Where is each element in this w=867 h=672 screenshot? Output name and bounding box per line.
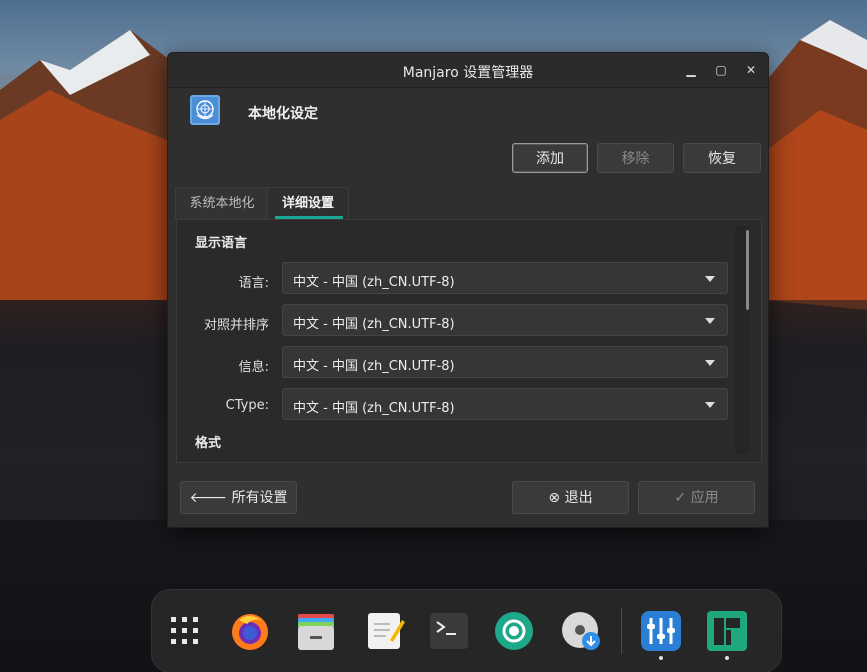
page-title: 本地化设定 bbox=[248, 106, 318, 122]
dock bbox=[152, 590, 781, 672]
close-circle-icon: ⊗ bbox=[548, 490, 561, 506]
messages-dropdown[interactable]: 中文 - 中国 (zh_CN.UTF-8) bbox=[282, 346, 728, 378]
arrow-left-icon: 🡐 bbox=[189, 490, 228, 506]
language-dropdown[interactable]: 中文 - 中国 (zh_CN.UTF-8) bbox=[282, 262, 728, 294]
tab-system-locale[interactable]: 系统本地化 bbox=[175, 187, 269, 220]
close-button[interactable]: ✕ bbox=[743, 62, 759, 78]
running-indicator bbox=[659, 656, 663, 660]
collation-dropdown[interactable]: 中文 - 中国 (zh_CN.UTF-8) bbox=[282, 304, 728, 336]
section-formats: 格式 bbox=[195, 436, 222, 451]
camera-shutter-icon[interactable] bbox=[493, 610, 535, 652]
disc-installer-icon[interactable] bbox=[560, 610, 602, 652]
checkmark-icon: ✓ bbox=[674, 490, 687, 506]
dropdown-arrow-icon bbox=[705, 318, 715, 324]
firefox-icon[interactable] bbox=[229, 610, 271, 652]
settings-manager-window: Manjaro 设置管理器 ▁ ▢ ✕ 本地化设定 添加 移除 恢复 系统本地化… bbox=[167, 52, 769, 528]
all-settings-label: 所有设置 bbox=[231, 490, 288, 506]
ctype-value: 中文 - 中国 (zh_CN.UTF-8) bbox=[293, 401, 455, 416]
dropdown-arrow-icon bbox=[705, 276, 715, 282]
ctype-dropdown[interactable]: 中文 - 中国 (zh_CN.UTF-8) bbox=[282, 388, 728, 420]
file-manager-icon[interactable] bbox=[295, 610, 337, 652]
maximize-button[interactable]: ▢ bbox=[713, 62, 729, 78]
app-grid-icon[interactable] bbox=[164, 610, 206, 652]
manjaro-logo-icon[interactable] bbox=[706, 610, 748, 652]
dropdown-arrow-icon bbox=[705, 360, 715, 366]
un-flag-icon bbox=[190, 95, 220, 125]
settings-manager-icon[interactable] bbox=[640, 610, 682, 652]
minimize-button[interactable]: ▁ bbox=[683, 62, 699, 78]
window-title: Manjaro 设置管理器 bbox=[402, 65, 534, 81]
language-value: 中文 - 中国 (zh_CN.UTF-8) bbox=[293, 275, 455, 290]
remove-button[interactable]: 移除 bbox=[597, 143, 674, 173]
messages-label: 信息: bbox=[238, 360, 269, 375]
collation-label: 对照并排序 bbox=[203, 318, 269, 333]
dock-separator bbox=[621, 608, 622, 654]
text-editor-icon[interactable] bbox=[364, 610, 406, 652]
terminal-icon[interactable] bbox=[428, 610, 470, 652]
apply-label: 应用 bbox=[690, 490, 719, 506]
dropdown-arrow-icon bbox=[705, 402, 715, 408]
add-button[interactable]: 添加 bbox=[512, 143, 588, 173]
quit-button[interactable]: ⊗ 退出 bbox=[512, 481, 629, 514]
apply-button[interactable]: ✓ 应用 bbox=[638, 481, 755, 514]
language-label: 语言: bbox=[238, 276, 269, 291]
ctype-label: CType: bbox=[225, 398, 269, 413]
quit-label: 退出 bbox=[564, 490, 593, 506]
running-indicator bbox=[725, 656, 729, 660]
detailed-settings-panel: 显示语言 语言: 中文 - 中国 (zh_CN.UTF-8) 对照并排序 中文 … bbox=[176, 219, 762, 463]
section-display-language: 显示语言 bbox=[195, 236, 248, 251]
restore-button[interactable]: 恢复 bbox=[683, 143, 761, 173]
scrollbar-thumb[interactable] bbox=[746, 230, 749, 310]
all-settings-button[interactable]: 🡐 所有设置 bbox=[180, 481, 297, 514]
messages-value: 中文 - 中国 (zh_CN.UTF-8) bbox=[293, 359, 455, 374]
collation-value: 中文 - 中国 (zh_CN.UTF-8) bbox=[293, 317, 455, 332]
title-bar[interactable]: Manjaro 设置管理器 ▁ ▢ ✕ bbox=[168, 53, 768, 88]
